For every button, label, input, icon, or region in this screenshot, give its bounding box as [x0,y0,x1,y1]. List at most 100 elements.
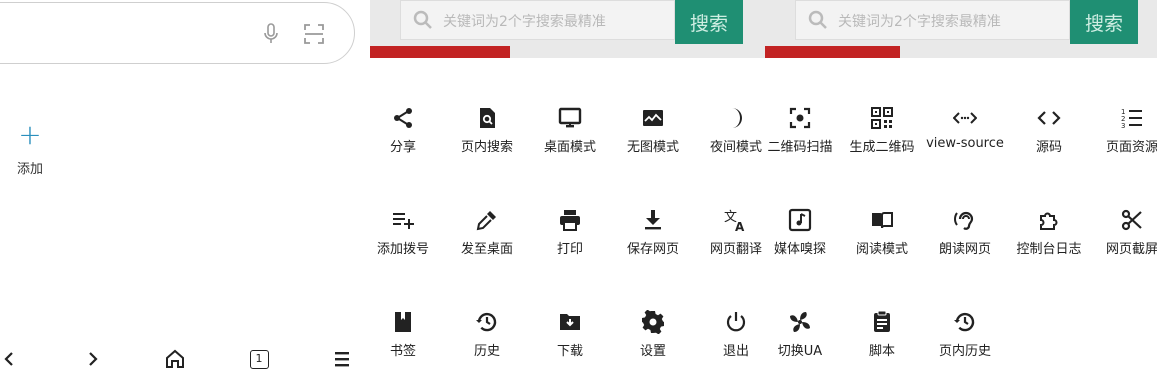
menu-label: 无图模式 [626,140,679,155]
menu-label: 历史 [473,344,500,359]
find-in-page-icon [480,108,495,128]
clipboard-icon [874,310,890,332]
red-banner-2 [765,46,900,58]
menu-label: 桌面模式 [543,140,596,155]
menu-item-settings[interactable]: 设置 [612,310,694,359]
web-search-placeholder: 关键词为2个字搜索最精准 [443,14,606,30]
menu-item-add-speed-dial[interactable]: 添加拨号 [362,208,444,257]
magnifier-icon [808,10,827,29]
moon-icon [732,108,742,128]
svg-text:A: A [735,220,745,232]
menu-item-share[interactable]: 分享 [362,106,444,155]
menu-item-send-to-desktop[interactable]: 发至桌面 [446,208,528,257]
menu-item-read-aloud[interactable]: 朗读网页 [924,208,1006,257]
menu-item-switch-ua[interactable]: 切换UA [759,310,841,359]
bookmark-icon [395,312,411,332]
web-search-box-2: 关键词为2个字搜索最精准 [795,0,1070,40]
printer-icon [560,210,580,231]
menu-label: 切换UA [777,344,823,359]
menu-item-screenshot[interactable]: 网页截屏 [1091,208,1157,257]
gear-icon [642,310,664,334]
menu-label: 生成二维码 [849,140,915,155]
menu-item-view-source[interactable]: view-source [924,106,1006,151]
no-image-icon [643,110,663,126]
web-search-placeholder: 关键词为2个字搜索最精准 [838,14,1001,30]
add-label: 添加 [16,162,43,177]
menu-label: 添加拨号 [376,242,429,257]
translate-icon: 文A [724,210,745,232]
menu-label: 阅读模式 [855,242,908,257]
menu-label: 朗读网页 [938,242,991,257]
menu-label: 保存网页 [626,242,679,257]
code-icon [1037,111,1061,125]
forward-icon[interactable] [78,344,108,374]
share-icon [394,108,412,128]
web-search-button-2: 搜索 [1070,0,1138,44]
history-icon [476,312,497,332]
history-icon [954,312,975,332]
left-pane: + 添加 1 [0,0,370,381]
menu-item-reader-mode[interactable]: 阅读模式 [841,208,923,257]
menu-item-no-image-mode[interactable]: 无图模式 [612,106,694,155]
menu-item-bookmarks[interactable]: 书签 [362,310,444,359]
menu-item-console-log[interactable]: 控制台日志 [1008,208,1090,257]
download-icon [645,210,661,230]
menu-item-media-sniff[interactable]: 媒体嗅探 [759,208,841,257]
menu-item-downloads[interactable]: 下载 [529,310,611,359]
menu-label: 媒体嗅探 [773,242,826,257]
menu-label: 二维码扫描 [767,140,833,155]
menu-item-scripts[interactable]: 脚本 [841,310,923,359]
menu-label: 设置 [639,344,666,359]
scissors-icon [1121,209,1142,231]
desktop-icon [558,107,582,128]
menu-item-history[interactable]: 历史 [446,310,528,359]
menu-label: 书签 [389,344,416,359]
folder-download-icon [560,314,580,330]
add-shortcut-tile[interactable]: + 添加 [10,118,50,178]
code-dots-icon [953,112,977,124]
menu-item-source-code[interactable]: 源码 [1008,106,1090,155]
menu-item-generate-qr[interactable]: 生成二维码 [841,106,923,155]
menu-label: 打印 [556,242,583,257]
browser-menu-panel: 分享 页内搜索 桌面模式 无图模式 夜间模式 二维码扫描 生成二维码 view-… [370,58,1157,381]
qr-code-icon [871,107,893,129]
hearing-icon [954,211,974,230]
search-input[interactable] [11,17,231,49]
web-page-background: 关键词为2个字搜索最精准 搜索 关键词为2个字搜索最精准 搜索 [370,0,1157,58]
book-open-icon [872,212,893,229]
menu-label: 页内历史 [938,344,991,359]
magnifier-icon [413,10,432,29]
web-search-box-1: 关键词为2个字搜索最精准 [400,0,675,40]
menu-label: 网页截屏 [1105,242,1157,257]
menu-label: 源码 [1035,140,1062,155]
menu-item-page-history[interactable]: 页内历史 [924,310,1006,359]
home-icon[interactable] [160,344,190,374]
menu-label: view-source [926,136,1004,151]
scan-icon[interactable] [301,21,327,47]
menu-item-desktop-mode[interactable]: 桌面模式 [529,106,611,155]
fan-icon [790,312,810,332]
menu-item-find-in-page[interactable]: 页内搜索 [446,106,528,155]
music-note-icon [788,208,812,232]
back-icon[interactable] [0,344,24,374]
menu-item-qr-scan[interactable]: 二维码扫描 [759,106,841,155]
menu-label: 分享 [389,140,416,155]
menu-item-page-resources[interactable]: 123 页面资源 [1091,106,1157,155]
bottom-toolbar: 1 [0,338,370,378]
menu-label: 页面资源 [1105,140,1157,155]
tabs-count-button[interactable]: 1 [244,344,274,374]
qr-scan-icon [789,107,811,129]
web-search-button-1: 搜索 [675,0,743,44]
plus-icon: + [18,118,42,151]
tab-count: 1 [249,349,269,369]
address-search-box[interactable] [0,2,355,64]
menu-label: 页内搜索 [460,140,513,155]
menu-icon[interactable] [327,344,357,374]
menu-label: 脚本 [868,344,895,359]
puzzle-icon [1040,212,1058,230]
menu-item-save-page[interactable]: 保存网页 [612,208,694,257]
power-icon [726,312,746,332]
microphone-icon[interactable] [258,21,284,47]
menu-item-print[interactable]: 打印 [529,208,611,257]
menu-label: 下载 [556,344,583,359]
